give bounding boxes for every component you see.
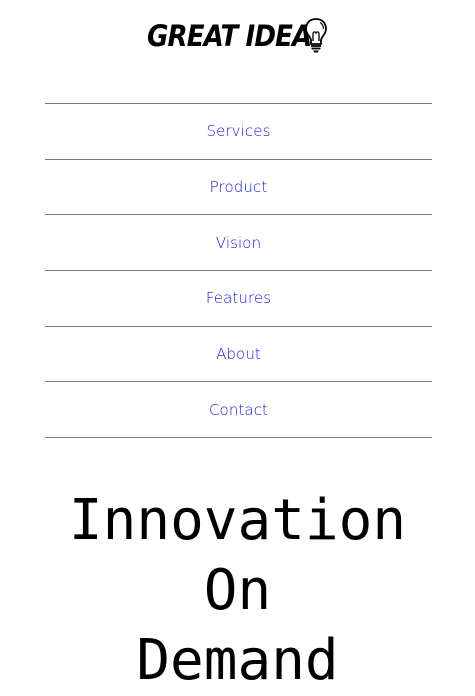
nav-item-vision: Vision — [45, 215, 432, 272]
nav-link-contact[interactable]: Contact — [209, 401, 268, 419]
nav-item-services: Services — [45, 104, 432, 160]
site-header: GREAT IDEA — [0, 0, 475, 70]
logo-text: GREAT IDEA — [147, 19, 312, 53]
hero-line-2: On — [203, 558, 272, 623]
main-navigation: Services Product Vision Features About C… — [45, 103, 432, 439]
nav-item-product: Product — [45, 160, 432, 216]
nav-link-features[interactable]: Features — [206, 289, 271, 307]
hero-line-1: Innovation — [68, 488, 407, 553]
nav-link-about[interactable]: About — [216, 345, 261, 363]
nav-item-contact: Contact — [45, 382, 432, 439]
nav-link-product[interactable]: Product — [210, 178, 268, 196]
hero-heading: Innovation On Demand — [0, 486, 475, 696]
nav-link-services[interactable]: Services — [206, 122, 270, 140]
nav-item-about: About — [45, 327, 432, 383]
nav-link-vision[interactable]: Vision — [216, 234, 261, 252]
logo-link[interactable]: GREAT IDEA — [147, 16, 330, 56]
hero-line-3: Demand — [136, 628, 339, 693]
nav-item-features: Features — [45, 271, 432, 327]
lightbulb-icon — [305, 18, 327, 53]
